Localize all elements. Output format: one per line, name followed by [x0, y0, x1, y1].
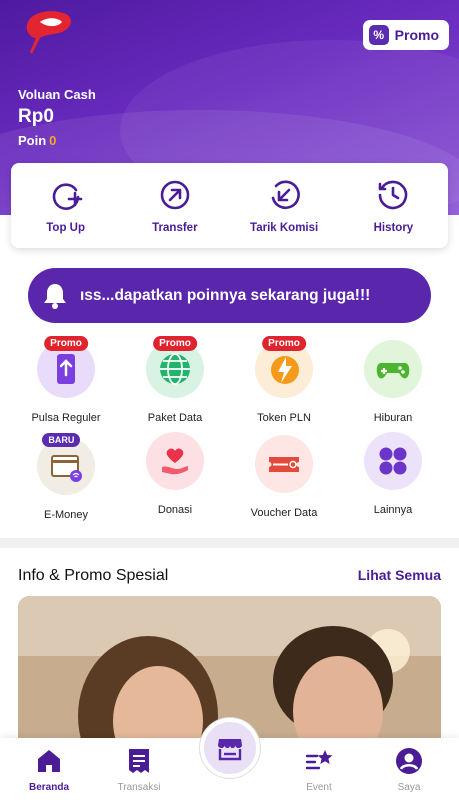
voucher-icon — [269, 457, 299, 472]
service-e-money[interactable]: BARU E-Money — [9, 433, 123, 521]
service-label: Token PLN — [257, 412, 311, 424]
nav-beranda[interactable]: Beranda — [9, 746, 89, 793]
promo-badge: Promo — [262, 336, 306, 351]
top-up-label: Top Up — [46, 221, 85, 234]
clock-icon — [379, 180, 408, 209]
service-label: Pulsa Reguler — [31, 412, 101, 424]
poin-value: 0 — [49, 133, 57, 148]
promo-button-label: Promo — [394, 27, 439, 43]
promo-badge: Promo — [44, 336, 88, 351]
service-label: Paket Data — [147, 412, 203, 424]
transfer-label: Transfer — [152, 221, 198, 234]
announcement-marquee[interactable]: ıss...dapatkan poinnya sekarang juga!!! — [28, 268, 431, 323]
tarik-komisi-button[interactable]: Tarik Komisi — [234, 178, 334, 234]
section-divider — [0, 538, 459, 548]
nav-label: Event — [306, 782, 332, 793]
star-list-icon — [305, 750, 333, 770]
globe-icon — [160, 353, 190, 385]
gamepad-icon — [376, 363, 410, 379]
see-all-link[interactable]: Lihat Semua — [358, 567, 441, 583]
arrow-up-right-icon — [160, 180, 190, 209]
arrow-down-left-icon — [271, 180, 300, 209]
nav-label: Beranda — [28, 782, 69, 793]
transfer-button[interactable]: Transfer — [125, 178, 225, 234]
service-label: Donasi — [157, 504, 193, 516]
store-button[interactable] — [200, 718, 260, 778]
service-hiburan[interactable]: Hiburan — [336, 340, 450, 424]
service-donasi[interactable]: Donasi — [118, 432, 232, 516]
service-token-pln[interactable]: Promo Token PLN — [227, 336, 341, 424]
wallet-name: Voluan Cash — [18, 87, 96, 102]
marquee-text: ıss...dapatkan poinnya sekarang juga!!! — [80, 286, 371, 304]
nav-event[interactable]: Event — [279, 746, 359, 793]
nav-saya[interactable]: Saya — [369, 746, 449, 793]
home-icon — [38, 750, 60, 772]
action-card: Top Up Transfer Tarik Komisi History — [11, 163, 448, 248]
tarik-komisi-label: Tarik Komisi — [250, 221, 319, 234]
history-button[interactable]: History — [343, 178, 443, 234]
service-label: Lainnya — [373, 504, 413, 516]
wallet-balance: Rp0 — [18, 106, 54, 127]
poin-label: Poin — [18, 133, 47, 148]
info-promo-title: Info & Promo Spesial — [18, 567, 169, 584]
store-icon — [218, 739, 242, 761]
promo-button[interactable]: % Promo — [362, 20, 449, 50]
service-voucher-data[interactable]: Voucher Data — [227, 435, 341, 519]
service-label: Voucher Data — [250, 507, 318, 519]
app-logo-icon — [26, 11, 71, 55]
home-screen: % Promo Voluan Cash Rp0 Poin 0 Top Up Tra… — [0, 0, 459, 800]
receipt-icon — [129, 749, 149, 773]
history-label: History — [373, 221, 414, 234]
nav-transaksi[interactable]: Transaksi — [99, 746, 179, 793]
service-paket-data[interactable]: Promo Paket Data — [118, 336, 232, 424]
nav-label: Saya — [397, 782, 421, 793]
wallet-poin: Poin 0 — [18, 133, 56, 148]
grid-icon — [379, 447, 407, 475]
card-icon — [51, 455, 82, 482]
percent-icon: % — [368, 25, 389, 45]
service-label: Hiburan — [373, 412, 413, 424]
user-icon — [396, 748, 422, 774]
lightning-icon — [271, 356, 299, 384]
top-up-button[interactable]: Top Up — [16, 178, 116, 234]
heart-hand-icon — [162, 448, 188, 475]
service-label: E-Money — [43, 509, 89, 521]
promo-badge: Promo — [153, 336, 197, 351]
nav-label: Transaksi — [117, 782, 161, 793]
phone-icon — [57, 354, 75, 384]
service-lainnya[interactable]: Lainnya — [336, 432, 450, 516]
baru-badge: BARU — [42, 433, 81, 447]
service-pulsa-reguler[interactable]: Promo Pulsa Reguler — [9, 336, 123, 424]
bell-icon — [44, 283, 66, 309]
plus-circle-icon — [52, 182, 82, 210]
